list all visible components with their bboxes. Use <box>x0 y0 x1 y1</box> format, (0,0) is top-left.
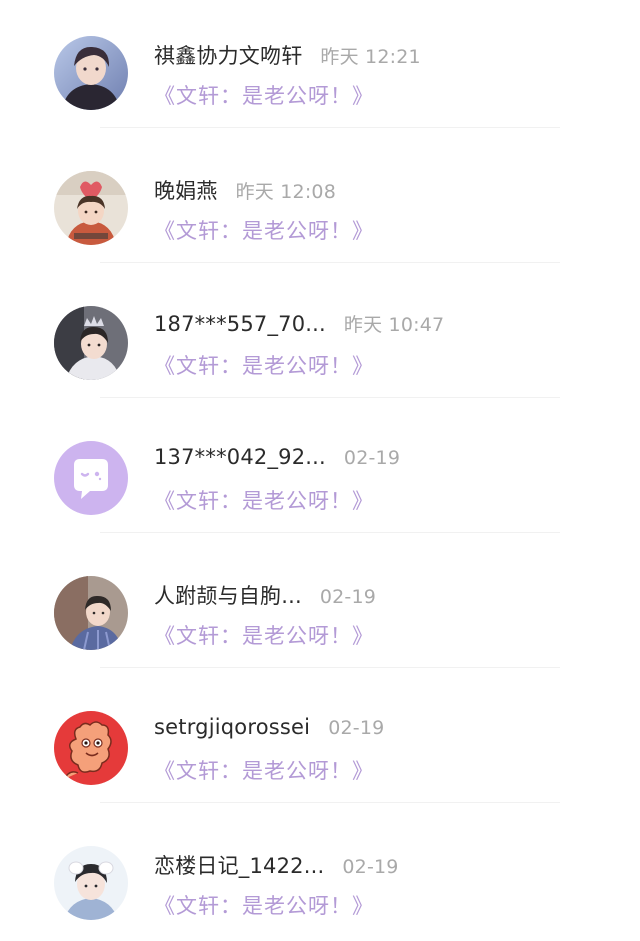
message-preview: 《文轩：是老公呀！》 <box>154 894 374 918</box>
contact-name-text: 187***557_70... <box>154 312 326 336</box>
message-preview: 《文轩：是老公呀！》 <box>154 489 374 513</box>
message-preview: 《文轩：是老公呀！》 <box>154 624 374 648</box>
message-time: 02-19 <box>319 586 377 608</box>
conversation-list: 祺鑫协力文吻轩 昨天 12:21 《文轩：是老公呀！》 晚娟燕 昨天 12:08 《… <box>0 0 640 941</box>
divider <box>100 127 560 128</box>
child-heart-avatar[interactable] <box>54 171 128 245</box>
message-preview: 《文轩：是老公呀！》 <box>154 759 374 783</box>
boy-headband-avatar[interactable] <box>54 846 128 920</box>
divider <box>100 802 560 803</box>
message-time: 02-19 <box>343 447 401 469</box>
contact-name: 187***557_70... 昨天 10:47 <box>154 310 444 337</box>
boy-plaid-avatar[interactable] <box>54 576 128 650</box>
contact-name: 人跗颉与自朐... 02-19 <box>154 580 376 610</box>
divider <box>100 532 560 533</box>
boy-portrait-avatar[interactable] <box>54 36 128 110</box>
message-time: 昨天 12:21 <box>320 46 421 68</box>
contact-name-text: 晚娟燕 <box>154 179 218 203</box>
message-time: 昨天 10:47 <box>343 314 445 336</box>
contact-name-text: 137***042_92... <box>154 445 326 469</box>
conversation-item[interactable]: setrgjiqorossei 02-19 《文轩：是老公呀！》 <box>0 675 640 810</box>
conversation-item[interactable]: 祺鑫协力文吻轩 昨天 12:21 《文轩：是老公呀！》 <box>0 0 640 135</box>
contact-name-text: 恋楼日记_1422... <box>154 854 325 878</box>
default-chat-bubble-avatar[interactable] <box>54 441 128 515</box>
conversation-item[interactable]: 人跗颉与自朐... 02-19 《文轩：是老公呀！》 <box>0 540 640 675</box>
contact-name-text: 祺鑫协力文吻轩 <box>154 44 303 68</box>
message-time: 02-19 <box>328 717 385 739</box>
message-preview: 《文轩：是老公呀！》 <box>154 354 374 378</box>
contact-name-text: setrgjiqorossei <box>154 715 311 739</box>
contact-name: setrgjiqorossei 02-19 <box>154 715 384 739</box>
message-preview: 《文轩：是老公呀！》 <box>154 219 374 243</box>
contact-name: 137***042_92... 02-19 <box>154 445 400 469</box>
message-preview: 《文轩：是老公呀！》 <box>154 84 374 108</box>
boy-crown-avatar[interactable] <box>54 306 128 380</box>
conversation-item[interactable]: 晚娟燕 昨天 12:08 《文轩：是老公呀！》 <box>0 135 640 270</box>
contact-name: 祺鑫协力文吻轩 昨天 12:21 <box>154 40 421 70</box>
cartoon-creature-avatar[interactable] <box>54 711 128 785</box>
divider <box>100 397 560 398</box>
divider <box>100 262 560 263</box>
message-time: 昨天 12:08 <box>235 181 337 203</box>
contact-name: 恋楼日记_1422... 02-19 <box>154 850 399 880</box>
divider <box>100 667 560 668</box>
conversation-item[interactable]: 恋楼日记_1422... 02-19 《文轩：是老公呀！》 <box>0 810 640 941</box>
conversation-item[interactable]: 187***557_70... 昨天 10:47 《文轩：是老公呀！》 <box>0 270 640 405</box>
contact-name-text: 人跗颉与自朐... <box>154 584 302 608</box>
conversation-item[interactable]: 137***042_92... 02-19 《文轩：是老公呀！》 <box>0 405 640 540</box>
contact-name: 晚娟燕 昨天 12:08 <box>154 175 336 205</box>
message-time: 02-19 <box>342 856 399 878</box>
